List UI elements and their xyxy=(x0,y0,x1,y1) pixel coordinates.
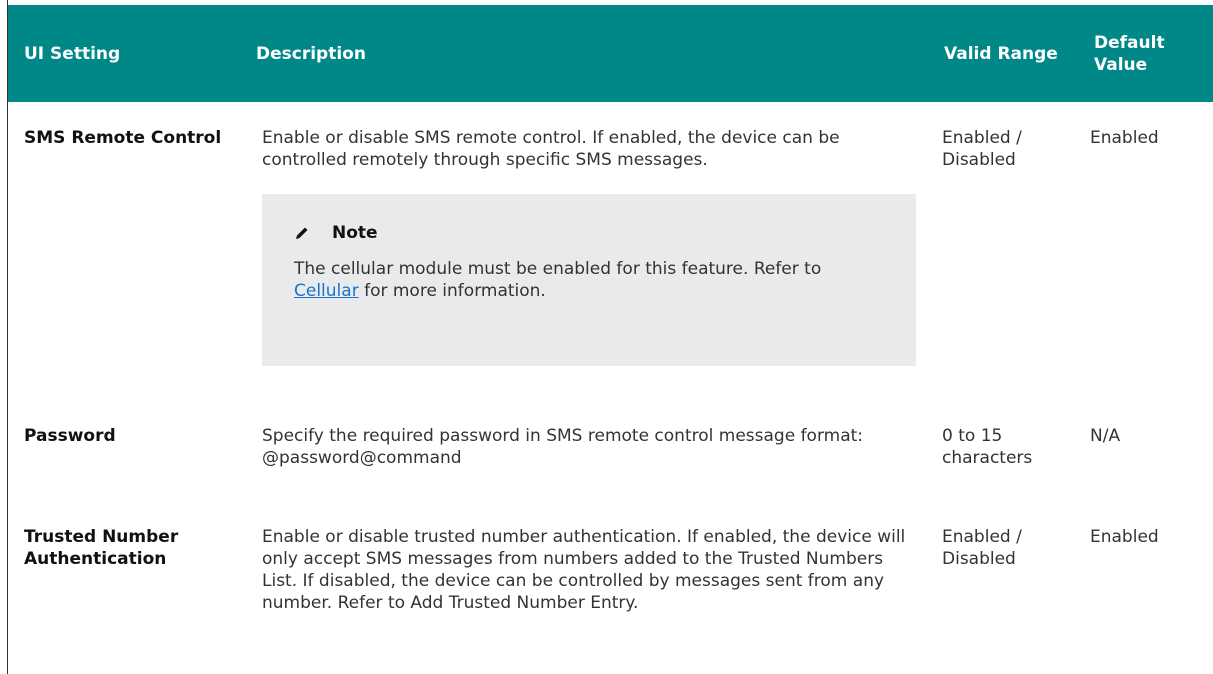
header-description: Description xyxy=(256,43,366,64)
table-row: SMS Remote Control Enable or disable SMS… xyxy=(8,102,1213,393)
setting-name: Password xyxy=(24,426,116,446)
note-body: The cellular module must be enabled for … xyxy=(294,258,886,302)
valid-range-cell: Enabled / Disabled xyxy=(942,128,1022,170)
settings-table: UI Setting Description Valid Range Defau… xyxy=(8,5,1213,614)
setting-name: Trusted Number Authentication xyxy=(24,527,179,569)
valid-range-cell: Enabled / Disabled xyxy=(942,527,1022,569)
description-text: Specify the required password in SMS rem… xyxy=(262,426,864,468)
header-default-value: Default Value xyxy=(1094,32,1165,75)
description-cell: Enable or disable SMS remote control. If… xyxy=(240,102,928,393)
description-text: Enable or disable trusted number authent… xyxy=(262,527,906,613)
table-row: Password Specify the required password i… xyxy=(8,393,1213,504)
document-page: UI Setting Description Valid Range Defau… xyxy=(0,0,1213,674)
table-body: SMS Remote Control Enable or disable SMS… xyxy=(8,102,1213,614)
note-text-before: The cellular module must be enabled for … xyxy=(294,259,822,279)
pencil-icon xyxy=(294,225,310,241)
setting-name: SMS Remote Control xyxy=(24,128,222,148)
note-text-after: for more information. xyxy=(358,281,546,301)
default-value-cell: Enabled xyxy=(1090,128,1159,148)
header-ui-setting: UI Setting xyxy=(24,43,121,64)
table-header: UI Setting Description Valid Range Defau… xyxy=(8,5,1213,102)
header-row: UI Setting Description Valid Range Defau… xyxy=(8,5,1213,102)
header-valid-range: Valid Range xyxy=(944,43,1058,64)
default-value-cell: Enabled xyxy=(1090,527,1159,547)
default-value-cell: N/A xyxy=(1090,426,1121,446)
note-header: Note xyxy=(294,222,886,244)
table-row: Trusted Number Authentication Enable or … xyxy=(8,504,1213,614)
note-box: Note The cellular module must be enabled… xyxy=(262,194,916,366)
valid-range-cell: 0 to 15 characters xyxy=(942,426,1033,468)
description-text: Enable or disable SMS remote control. If… xyxy=(262,128,840,170)
cellular-link[interactable]: Cellular xyxy=(294,281,359,301)
note-title: Note xyxy=(332,223,378,243)
